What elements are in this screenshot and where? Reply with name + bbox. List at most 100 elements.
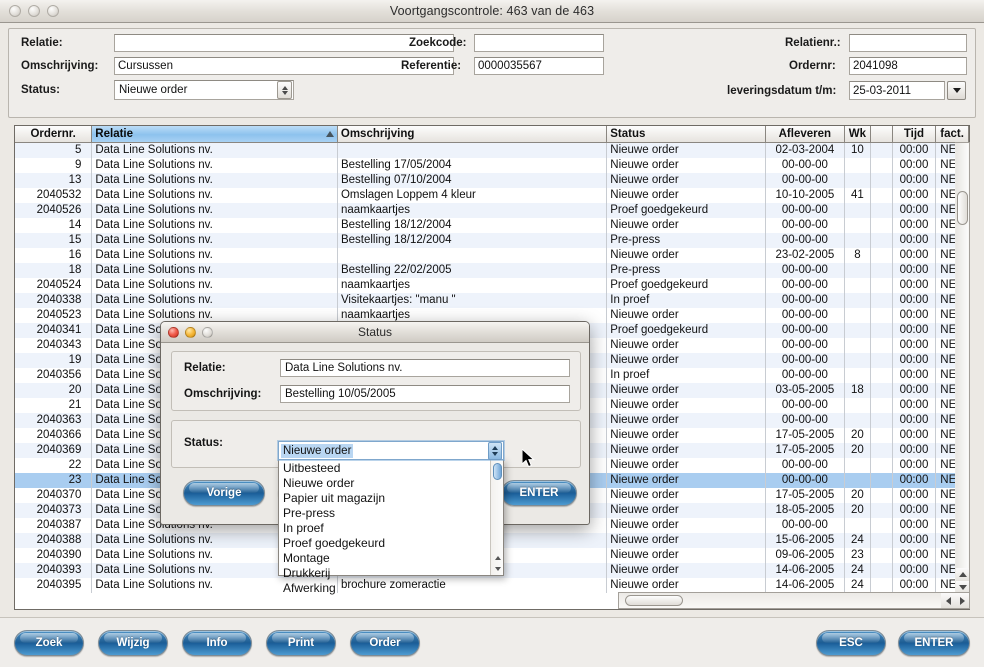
scroll-right-icon[interactable] (955, 593, 969, 608)
table-cell-tijd: 00:00 (893, 323, 937, 338)
zoekcode-input[interactable] (474, 34, 604, 52)
table-row[interactable]: 13 Data Line Solutions nv. Bestelling 07/1… (15, 173, 969, 188)
status-options-popup[interactable]: Uitbesteed Nieuwe order Papier uit magazij… (278, 459, 504, 595)
column-header-tijd[interactable]: Tijd (893, 126, 937, 142)
table-row[interactable]: 9 Data Line Solutions nv. Bestelling 17/05… (15, 158, 969, 173)
table-cell-status: Nieuwe order (607, 248, 766, 263)
table-cell-blank (871, 338, 893, 353)
table-cell-wk: 24 (845, 563, 871, 578)
table-cell-tijd: 00:00 (893, 248, 937, 263)
table-cell-tijd: 00:00 (893, 488, 937, 503)
info-button[interactable]: Info (182, 630, 252, 656)
table-cell-tijd: 00:00 (893, 398, 937, 413)
column-header-fact[interactable]: fact. (936, 126, 969, 142)
column-header-afleveren[interactable]: Afleveren (766, 126, 845, 142)
status-option[interactable]: Papier uit magazijn (279, 491, 490, 506)
table-row[interactable]: 2040395 Data Line Solutions nv. brochure z… (15, 578, 969, 593)
status-option[interactable]: Nieuwe order (279, 476, 490, 491)
table-cell-omschrijving: Bestelling 17/05/2004 (338, 158, 608, 173)
order-button[interactable]: Order (350, 630, 420, 656)
table-vertical-scrollbar[interactable] (955, 142, 970, 595)
chevron-down-icon[interactable] (947, 81, 966, 100)
status-stepper[interactable]: Nieuwe order (114, 80, 294, 100)
ordernr-input[interactable]: 2041098 (849, 57, 967, 75)
table-cell-afleveren: 00-00-00 (766, 203, 845, 218)
status-option[interactable]: Uitbesteed (279, 461, 490, 476)
dialog-relatie-input[interactable]: Data Line Solutions nv. (280, 359, 570, 377)
table-row[interactable]: 14 Data Line Solutions nv. Bestelling 18/1… (15, 218, 969, 233)
table-row[interactable]: 15 Data Line Solutions nv. Bestelling 18/1… (15, 233, 969, 248)
zoek-button[interactable]: Zoek (14, 630, 84, 656)
dialog-omschrijving-input[interactable]: Bestelling 10/05/2005 (280, 385, 570, 403)
table-cell-wk: 20 (845, 428, 871, 443)
table-cell-status: In proef (607, 293, 766, 308)
relatie-input[interactable] (114, 34, 454, 52)
hscroll-thumb[interactable] (625, 595, 683, 606)
status-option[interactable]: Drukkerij (279, 566, 490, 581)
table-cell-omschrijving: Bestelling 18/12/2004 (338, 233, 608, 248)
table-cell-tijd: 00:00 (893, 278, 937, 293)
application-window: Voortgangscontrole: 463 van de 463 Relat… (0, 0, 984, 667)
leveringsdatum-input[interactable]: 25-03-2011 (849, 81, 945, 100)
table-row[interactable]: 5 Data Line Solutions nv. Nieuwe order 02-0… (15, 143, 969, 158)
table-cell-blank (871, 383, 893, 398)
scroll-up-icon[interactable] (956, 568, 969, 581)
table-cell-wk (845, 158, 871, 173)
table-cell-omschrijving: naamkaartjes (338, 278, 608, 293)
table-row[interactable]: 2040524 Data Line Solutions nv. naamkaartj… (15, 278, 969, 293)
wijzig-button[interactable]: Wijzig (98, 630, 168, 656)
table-cell-omschrijving: Omslagen Loppem 4 kleur (338, 188, 608, 203)
table-cell-blank (871, 503, 893, 518)
table-cell-afleveren: 14-06-2005 (766, 578, 845, 593)
table-cell-ordernr: 2040369 (15, 443, 93, 458)
combobox-stepper-icon[interactable] (488, 442, 502, 460)
table-row[interactable]: 16 Data Line Solutions nv. Nieuwe order 23-… (15, 248, 969, 263)
table-cell-afleveren: 15-06-2005 (766, 533, 845, 548)
status-option[interactable]: Montage (279, 551, 490, 566)
table-cell-afleveren: 17-05-2005 (766, 443, 845, 458)
table-cell-status: Nieuwe order (607, 578, 766, 593)
vorige-button[interactable]: Vorige (183, 480, 265, 506)
popup-scroll-up-icon[interactable] (492, 552, 503, 563)
status-option[interactable]: Afwerking (279, 581, 490, 596)
print-button[interactable]: Print (266, 630, 336, 656)
enter-button[interactable]: ENTER (898, 630, 970, 656)
table-cell-tijd: 00:00 (893, 473, 937, 488)
column-header-blank[interactable] (871, 126, 893, 142)
status-option[interactable]: In proef (279, 521, 490, 536)
table-row[interactable]: 2040338 Data Line Solutions nv. Visitekaar… (15, 293, 969, 308)
table-cell-relatie: Data Line Solutions nv. (92, 173, 338, 188)
column-header-status[interactable]: Status (607, 126, 766, 142)
referentie-input[interactable]: 0000035567 (474, 57, 604, 75)
column-header-omschrijving[interactable]: Omschrijving (338, 126, 608, 142)
window-title: Voortgangscontrole: 463 van de 463 (389, 4, 595, 18)
table-row[interactable]: 2040532 Data Line Solutions nv. Omslagen L… (15, 188, 969, 203)
dialog-enter-button[interactable]: ENTER (501, 480, 577, 506)
window-titlebar: Voortgangscontrole: 463 van de 463 (0, 0, 984, 23)
table-horizontal-scrollbar[interactable] (618, 592, 970, 609)
status-option[interactable]: Proef goedgekeurd (279, 536, 490, 551)
table-cell-ordernr: 2040523 (15, 308, 93, 323)
column-header-relatie[interactable]: Relatie (92, 126, 338, 142)
table-row[interactable]: 18 Data Line Solutions nv. Bestelling 22/0… (15, 263, 969, 278)
column-header-wk[interactable]: Wk (845, 126, 871, 142)
stepper-arrows-icon[interactable] (277, 81, 292, 99)
table-cell-ordernr: 5 (15, 143, 93, 158)
table-cell-wk (845, 203, 871, 218)
column-header-ordernr[interactable]: Ordernr. (15, 126, 93, 142)
status-combobox[interactable]: Nieuwe order (278, 441, 504, 460)
table-cell-wk: 23 (845, 548, 871, 563)
table-cell-relatie: Data Line Solutions nv. (92, 248, 338, 263)
popup-scrollbar[interactable] (490, 460, 503, 575)
table-cell-status: Proef goedgekeurd (607, 323, 766, 338)
status-option[interactable]: Pre-press (279, 506, 490, 521)
table-cell-status: Pre-press (607, 233, 766, 248)
table-cell-blank (871, 398, 893, 413)
table-row[interactable]: 2040526 Data Line Solutions nv. naamkaartj… (15, 203, 969, 218)
esc-button[interactable]: ESC (816, 630, 886, 656)
popup-scrollbar-thumb[interactable] (493, 463, 502, 480)
relatienr-input[interactable] (849, 34, 967, 52)
scrollbar-thumb[interactable] (957, 191, 968, 225)
scroll-left-icon[interactable] (941, 593, 955, 608)
popup-scroll-down-icon[interactable] (492, 563, 503, 574)
